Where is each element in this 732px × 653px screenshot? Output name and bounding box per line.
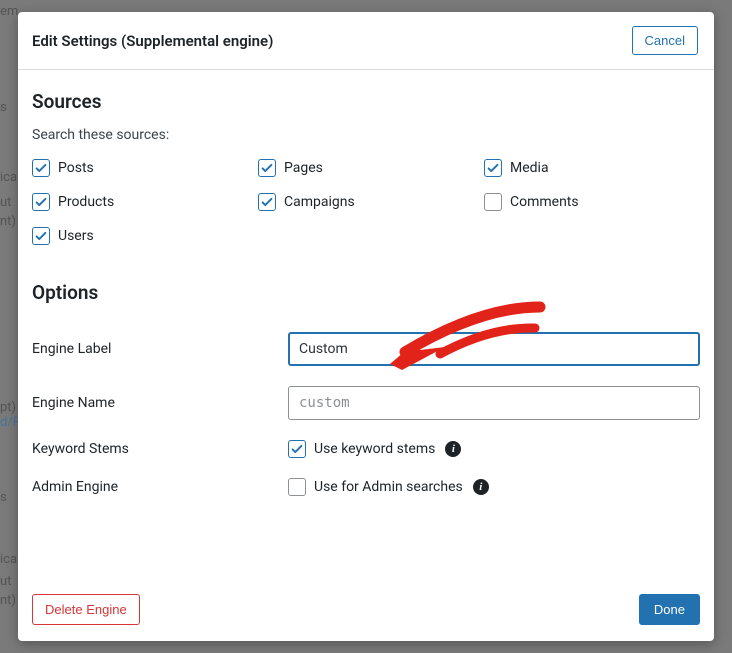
done-button[interactable]: Done — [639, 594, 700, 625]
engine-label-label: Engine Label — [32, 341, 288, 357]
admin-engine-row: Admin Engine Use for Admin searches i — [32, 478, 700, 496]
options-heading: Options — [32, 281, 700, 304]
cancel-button[interactable]: Cancel — [632, 26, 698, 55]
source-checkbox[interactable] — [32, 193, 50, 211]
admin-engine-checkbox[interactable] — [288, 478, 306, 496]
keyword-stems-checkbox-label: Use keyword stems — [314, 441, 435, 457]
source-item: Users — [32, 227, 248, 245]
modal-header: Edit Settings (Supplemental engine) Canc… — [18, 12, 714, 70]
engine-name-row: Engine Name — [32, 386, 700, 420]
source-label: Posts — [58, 160, 94, 176]
source-item: Comments — [484, 193, 700, 211]
source-label: Comments — [510, 194, 579, 210]
source-item: Products — [32, 193, 248, 211]
source-item: Posts — [32, 159, 248, 177]
admin-engine-label: Admin Engine — [32, 479, 288, 495]
source-item: Pages — [258, 159, 474, 177]
source-checkbox[interactable] — [32, 227, 50, 245]
modal-footer: Delete Engine Done — [18, 582, 714, 641]
sources-heading: Sources — [32, 90, 700, 113]
source-label: Users — [58, 228, 94, 244]
info-icon[interactable]: i — [473, 479, 489, 495]
engine-name-label: Engine Name — [32, 395, 288, 411]
edit-settings-modal: Edit Settings (Supplemental engine) Canc… — [18, 12, 714, 641]
keyword-stems-checkbox[interactable] — [288, 440, 306, 458]
source-checkbox[interactable] — [484, 193, 502, 211]
info-icon[interactable]: i — [445, 441, 461, 457]
source-checkbox[interactable] — [258, 193, 276, 211]
source-label: Pages — [284, 160, 323, 176]
source-label: Products — [58, 194, 114, 210]
modal-title: Edit Settings (Supplemental engine) — [32, 32, 273, 50]
source-checkbox[interactable] — [484, 159, 502, 177]
sources-grid: Posts Pages Media Products Campaigns Comments… — [32, 159, 700, 245]
engine-name-input[interactable] — [288, 386, 700, 420]
delete-engine-button[interactable]: Delete Engine — [32, 594, 140, 625]
source-label: Media — [510, 160, 549, 176]
options-section: Options Engine Label Engine Name Keyword… — [32, 281, 700, 496]
engine-label-row: Engine Label — [32, 332, 700, 366]
source-item: Campaigns — [258, 193, 474, 211]
engine-label-input[interactable] — [288, 332, 700, 366]
keyword-stems-label: Keyword Stems — [32, 441, 288, 457]
source-label: Campaigns — [284, 194, 355, 210]
modal-body: Sources Search these sources: Posts Pages… — [18, 70, 714, 582]
keyword-stems-row: Keyword Stems Use keyword stems i — [32, 440, 700, 458]
source-checkbox[interactable] — [258, 159, 276, 177]
source-item: Media — [484, 159, 700, 177]
sources-subtitle: Search these sources: — [32, 127, 700, 143]
admin-engine-checkbox-label: Use for Admin searches — [314, 479, 463, 495]
source-checkbox[interactable] — [32, 159, 50, 177]
